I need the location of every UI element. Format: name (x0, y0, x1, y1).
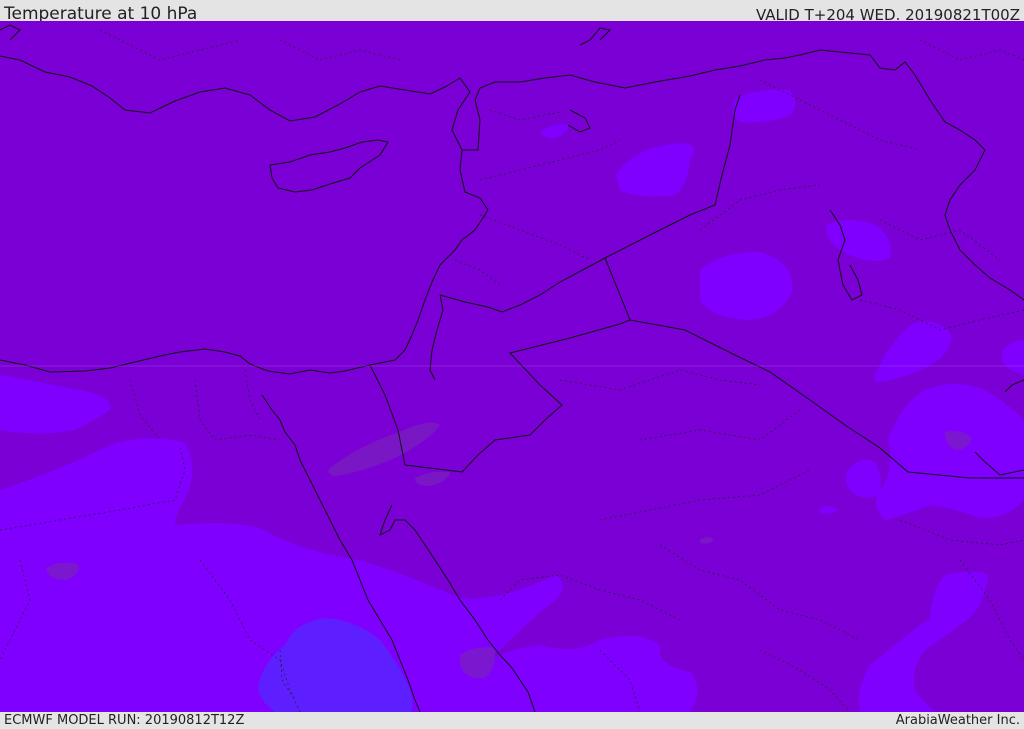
map-area (0, 21, 1024, 712)
model-run-label: ECMWF MODEL RUN: 20190812T12Z (4, 713, 245, 728)
header-bar: Temperature at 10 hPa VALID T+204 WED. 2… (0, 0, 1024, 24)
temperature-map (0, 21, 1024, 712)
brand-label: ArabiaWeather Inc. (895, 713, 1020, 728)
footer-bar: ECMWF MODEL RUN: 20190812T12Z ArabiaWeat… (0, 712, 1024, 729)
